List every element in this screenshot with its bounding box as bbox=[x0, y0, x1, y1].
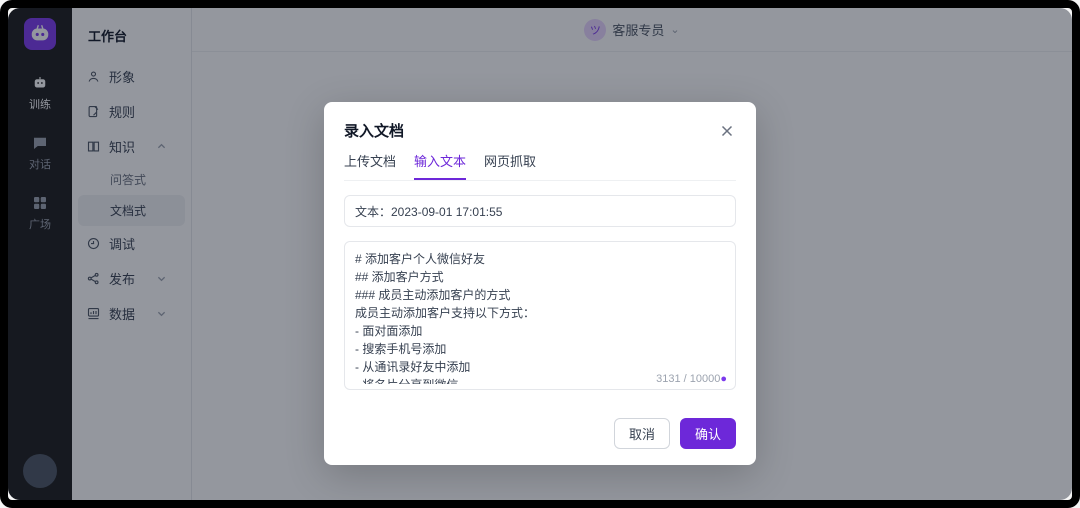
modal-overlay[interactable]: 录入文档 上传文档 输入文本 网页抓取 3131 / 10000● 取消 确认 bbox=[8, 8, 1072, 500]
counter-dot-icon: ● bbox=[720, 373, 727, 385]
cancel-button[interactable]: 取消 bbox=[614, 418, 670, 449]
content-wrap: 3131 / 10000● bbox=[344, 241, 736, 390]
doc-title-input[interactable] bbox=[344, 195, 736, 227]
doc-content-textarea[interactable] bbox=[345, 242, 735, 384]
tab-web-scrape[interactable]: 网页抓取 bbox=[484, 151, 536, 180]
import-doc-modal: 录入文档 上传文档 输入文本 网页抓取 3131 / 10000● 取消 确认 bbox=[324, 102, 756, 465]
tab-upload[interactable]: 上传文档 bbox=[344, 151, 396, 180]
tab-input-text[interactable]: 输入文本 bbox=[414, 151, 466, 180]
modal-title: 录入文档 bbox=[344, 120, 404, 141]
char-counter: 3131 / 10000● bbox=[650, 373, 727, 385]
close-icon[interactable] bbox=[718, 122, 736, 140]
modal-tabs: 上传文档 输入文本 网页抓取 bbox=[344, 151, 736, 181]
confirm-button[interactable]: 确认 bbox=[680, 418, 736, 449]
